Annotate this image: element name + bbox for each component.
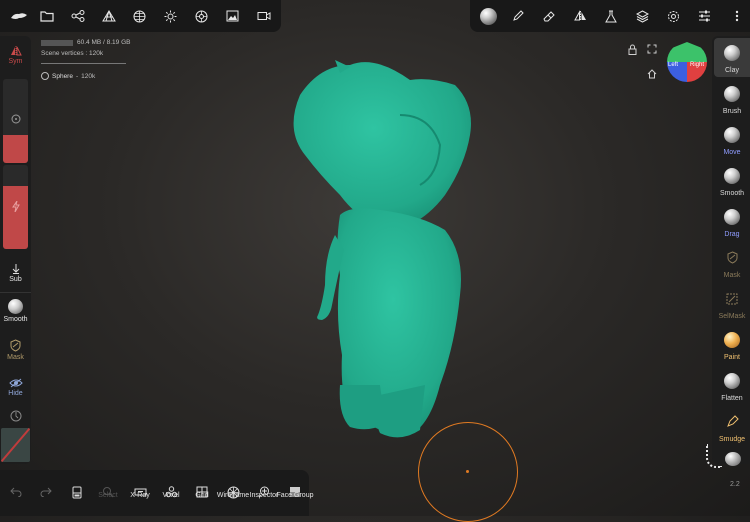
gear-icon[interactable] <box>658 0 688 32</box>
nomad-logo-icon[interactable] <box>4 0 34 32</box>
mesh-vertices: 120k <box>81 72 96 80</box>
smooth-ball-icon <box>8 299 23 314</box>
smooth-label: Smooth <box>3 316 28 323</box>
radius-slider[interactable] <box>3 79 28 163</box>
tool-label: SelMask <box>718 313 746 320</box>
smudge-icon <box>725 414 739 429</box>
symmetry-toggle[interactable]: Sym <box>0 40 31 70</box>
move-ball-icon <box>724 127 740 143</box>
tool-label: Flatten <box>721 395 743 402</box>
undo-button[interactable] <box>0 474 32 510</box>
flatten-ball-icon <box>724 373 740 389</box>
image-icon[interactable] <box>217 0 247 32</box>
redo-button[interactable] <box>30 474 62 510</box>
tool-label: Mask <box>723 272 741 279</box>
symmetry-icon[interactable] <box>565 0 595 32</box>
tool-smudge[interactable]: Smudge <box>714 409 750 449</box>
sculpt-mesh[interactable] <box>280 55 480 445</box>
tool-label: Smudge <box>718 436 746 443</box>
tool-label: Smooth <box>719 190 745 197</box>
mesh-entry[interactable]: Sphere - 120k <box>41 72 95 80</box>
material-icon[interactable] <box>186 0 216 32</box>
mesh-separator: - <box>75 72 79 80</box>
face-group-button[interactable]: Face Group <box>277 474 313 510</box>
share-nodes-icon[interactable] <box>63 0 93 32</box>
tool-clay[interactable]: Clay <box>714 40 750 80</box>
divider <box>0 292 31 293</box>
intensity-slider[interactable] <box>3 165 28 249</box>
more-vertical-icon[interactable] <box>722 0 750 32</box>
intensity-icon <box>10 201 21 212</box>
sub-label: Sub <box>9 276 22 283</box>
tool-label: Clay <box>724 67 739 74</box>
memory-bar <box>41 40 73 46</box>
scene-vertices: Scene vertices : 120k <box>41 50 104 57</box>
camera-video-icon[interactable] <box>249 0 279 32</box>
drag-ball-icon <box>724 209 740 225</box>
tool-flatten[interactable]: Flatten <box>714 368 750 408</box>
folder-icon[interactable] <box>32 0 62 32</box>
tool-label: Drag <box>724 231 740 238</box>
mesh-name: Sphere <box>52 72 73 80</box>
view-cube-right: Right <box>690 62 705 68</box>
eraser-icon[interactable] <box>534 0 564 32</box>
layers-icon[interactable] <box>627 0 657 32</box>
mask-label: Mask <box>7 354 24 361</box>
sphere-icon <box>41 72 49 80</box>
tool-mask[interactable]: Mask <box>714 245 750 285</box>
panel-resize-handle[interactable] <box>706 444 722 468</box>
radius-fill <box>3 135 28 163</box>
facegroup-label: Face Group <box>276 492 314 499</box>
tool-brush[interactable]: Brush <box>714 81 750 121</box>
hide-label: Hide <box>8 389 23 397</box>
tool-move[interactable]: Move <box>714 122 750 162</box>
mask-shortcut[interactable]: Mask <box>0 335 31 365</box>
sun-icon[interactable] <box>155 0 185 32</box>
pen-stroke-icon[interactable] <box>503 0 533 32</box>
smooth-ball-icon <box>724 168 740 184</box>
divider <box>41 63 126 64</box>
version-label: 2.2 <box>730 481 740 488</box>
compass-icon[interactable] <box>8 408 23 423</box>
hide-shortcut[interactable]: Hide <box>0 372 31 402</box>
mask-icon <box>725 250 739 265</box>
radius-icon <box>10 113 21 124</box>
clay-ball-icon <box>724 45 740 61</box>
brush-cursor-center <box>466 470 469 473</box>
view-cube[interactable]: Left Right <box>667 42 707 82</box>
smooth-shortcut[interactable]: Smooth <box>0 296 31 326</box>
sym-label: Sym <box>8 57 23 65</box>
intensity-fill <box>3 186 28 249</box>
tool-selmask[interactable]: SelMask <box>714 286 750 326</box>
paint-ball-icon <box>724 332 740 348</box>
tool-smooth[interactable]: Smooth <box>714 163 750 203</box>
thumbnail-disabled[interactable] <box>1 428 30 462</box>
home-icon[interactable] <box>646 68 658 80</box>
fullscreen-icon[interactable] <box>646 43 658 55</box>
sliders-icon[interactable] <box>689 0 719 32</box>
tool-label: Brush <box>722 108 742 115</box>
tool-label: Move <box>723 149 741 156</box>
brush-ball-icon <box>724 86 740 102</box>
matcap-ball-icon[interactable] <box>472 0 504 32</box>
more-tools-ball-icon[interactable] <box>725 452 741 466</box>
tool-label: Paint <box>724 354 740 361</box>
subtract-toggle[interactable]: Sub <box>0 258 31 288</box>
flask-icon[interactable] <box>596 0 626 32</box>
scene-tree-icon[interactable] <box>94 0 124 32</box>
memory-usage: 60.4 MB / 8.19 GB <box>77 39 131 46</box>
tool-paint[interactable]: Paint <box>714 327 750 367</box>
selmask-icon <box>725 291 739 306</box>
tool-drag[interactable]: Drag <box>714 204 750 244</box>
view-cube-left: Left <box>668 62 679 68</box>
lock-icon[interactable] <box>626 43 638 55</box>
sphere-wireframe-icon[interactable] <box>124 0 154 32</box>
